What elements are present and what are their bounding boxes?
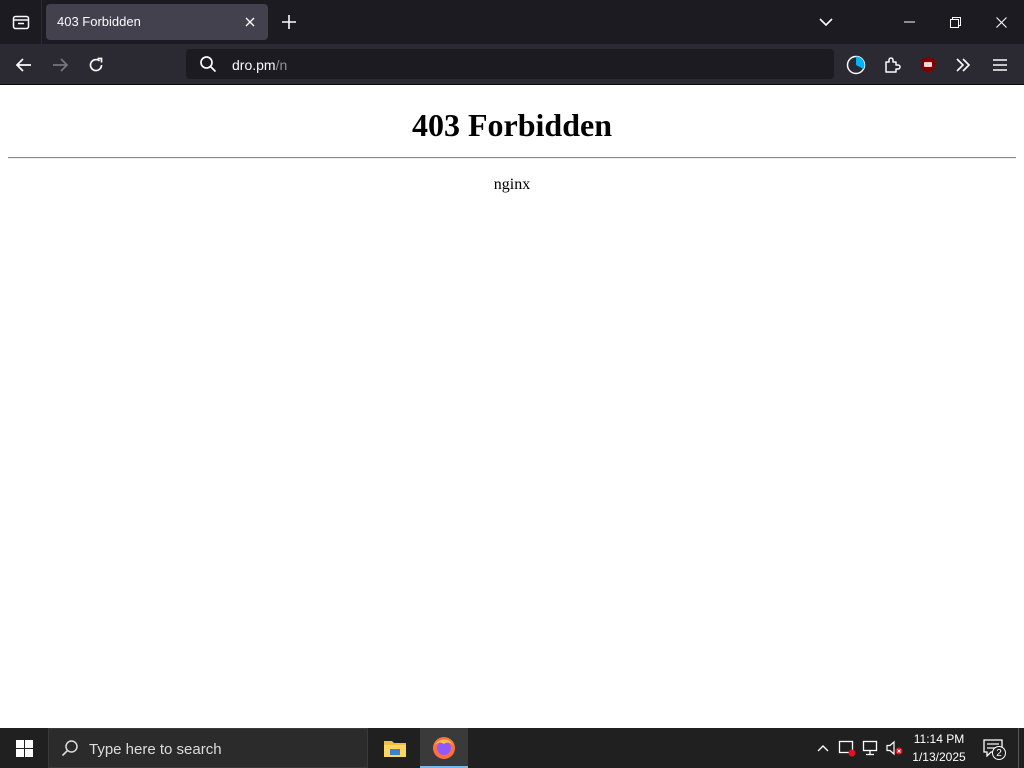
plus-icon (282, 15, 296, 29)
search-icon (61, 740, 78, 757)
reload-button[interactable] (83, 52, 109, 78)
restore-icon (949, 16, 961, 28)
taskbar: Type here to search 11:14 PM 1/13/2025 2 (0, 728, 1024, 768)
network-icon (862, 740, 878, 756)
page-title: 403 Forbidden (411, 107, 613, 143)
tab-strip: 403 Forbidden (0, 0, 1024, 44)
clock-time: 11:14 PM (913, 732, 965, 746)
ublock-icon (921, 57, 935, 73)
overflow-menu-button[interactable] (950, 52, 976, 78)
restore-button[interactable] (932, 0, 978, 44)
tab-close-button[interactable] (241, 13, 259, 31)
show-desktop-button[interactable] (1018, 728, 1024, 768)
tab-title: 403 Forbidden (57, 14, 141, 29)
clock-date: 1/13/2025 (912, 750, 966, 764)
show-hidden-icons-button[interactable] (813, 738, 833, 758)
volume-muted-icon (886, 740, 903, 756)
close-icon (245, 17, 255, 27)
taskbar-search-box[interactable]: Type here to search (48, 728, 368, 768)
volume-tray-icon[interactable] (885, 738, 905, 758)
list-all-tabs-button[interactable] (0, 0, 42, 44)
tab-list-icon (12, 15, 29, 30)
back-button[interactable] (11, 52, 37, 78)
start-button[interactable] (0, 728, 48, 768)
file-explorer-button[interactable] (371, 728, 419, 768)
minimize-icon (903, 21, 915, 23)
url-path: /n (275, 57, 288, 73)
chevron-up-icon (817, 745, 829, 752)
chevron-down-icon (819, 17, 833, 26)
extension-pie-button[interactable] (843, 52, 869, 78)
forward-button[interactable] (47, 52, 73, 78)
divider (8, 157, 1016, 159)
notification-count-badge: 2 (992, 746, 1006, 760)
app-menu-button[interactable] (987, 52, 1013, 78)
navigation-toolbar: dro.pm/n (0, 44, 1024, 85)
security-tray-icon[interactable] (837, 738, 857, 758)
ublock-button[interactable] (915, 52, 941, 78)
server-signature: nginx (493, 176, 531, 193)
firefox-icon (433, 737, 455, 759)
puzzle-icon (885, 57, 901, 73)
pie-chart-icon (846, 55, 866, 75)
taskbar-search-placeholder: Type here to search (89, 741, 222, 758)
page-content: 403 Forbidden nginx (0, 85, 1024, 728)
system-clock[interactable]: 11:14 PM 1/13/2025 (905, 730, 973, 766)
url-host: dro.pm (232, 57, 276, 73)
folder-icon (384, 741, 406, 757)
url-bar[interactable]: dro.pm/n (186, 49, 834, 79)
double-chevron-icon (956, 58, 971, 72)
new-tab-button[interactable] (278, 11, 300, 33)
url-text[interactable]: dro.pm/n (232, 57, 287, 73)
close-icon (995, 16, 1007, 28)
firefox-taskbar-button[interactable] (420, 728, 468, 768)
minimize-button[interactable] (886, 0, 932, 44)
close-window-button[interactable] (978, 0, 1024, 44)
reload-icon (89, 57, 103, 72)
shield-alert-icon (838, 740, 856, 757)
notification-center-button[interactable]: 2 (980, 736, 1006, 760)
search-icon (200, 56, 217, 73)
tab-active[interactable]: 403 Forbidden (46, 4, 268, 40)
network-tray-icon[interactable] (861, 738, 881, 758)
all-tabs-button[interactable] (815, 12, 837, 32)
arrow-left-icon (16, 58, 31, 72)
hamburger-icon (993, 59, 1007, 71)
arrow-right-icon (53, 58, 68, 72)
extensions-button[interactable] (879, 52, 905, 78)
windows-icon (15, 739, 33, 757)
